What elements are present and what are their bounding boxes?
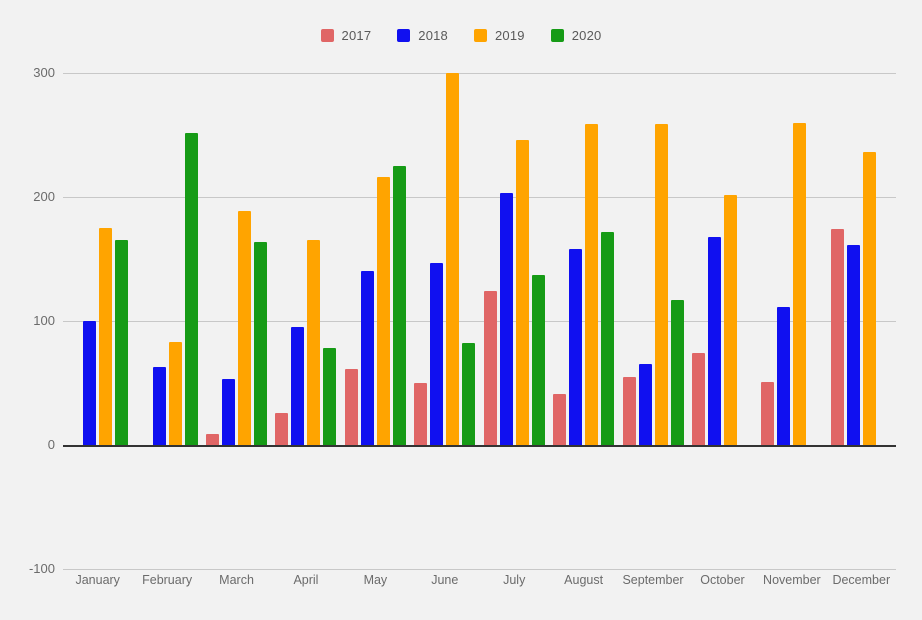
bar-2019-September[interactable] — [654, 123, 668, 445]
bar-2017-May[interactable] — [344, 369, 358, 445]
legend-item-2017[interactable]: 2017 — [320, 28, 372, 43]
bar-2020-January[interactable] — [115, 240, 129, 445]
legend-item-2019[interactable]: 2019 — [474, 28, 525, 43]
bar-2017-June[interactable] — [414, 383, 428, 445]
x-tick-label: January — [75, 573, 120, 587]
bar-2019-March[interactable] — [238, 210, 252, 445]
x-tick-label: December — [832, 573, 891, 587]
legend-swatch-2020 — [550, 29, 564, 42]
x-axis: January February March April May June July Augu… — [63, 573, 896, 595]
bar-2020-April[interactable] — [323, 348, 337, 445]
bar-2020-March[interactable] — [254, 241, 268, 445]
x-tick-label: April — [293, 573, 319, 587]
plot-area — [63, 73, 896, 570]
legend-label-2017: 2017 — [341, 28, 372, 43]
gridline-0 — [63, 445, 896, 447]
bar-2018-January[interactable] — [83, 321, 97, 445]
y-tick-label: 200 — [33, 189, 55, 204]
legend-item-2018[interactable]: 2018 — [397, 28, 448, 43]
bar-2020-May[interactable] — [392, 166, 406, 445]
bar-2017-August[interactable] — [553, 394, 567, 445]
bar-2017-October[interactable] — [691, 353, 705, 445]
x-tick-label: March — [219, 573, 254, 587]
bar-group — [341, 73, 410, 445]
bar-2019-April[interactable] — [307, 240, 321, 445]
bar-2017-September[interactable] — [622, 376, 636, 445]
bar-group — [688, 73, 757, 445]
bar-2018-September[interactable] — [638, 364, 652, 445]
x-tick-label: October — [700, 573, 745, 587]
bar-group — [132, 73, 201, 445]
bar-group — [202, 73, 271, 445]
x-tick-label: November — [763, 573, 821, 587]
gridline--100 — [63, 569, 896, 570]
bar-2018-October[interactable] — [707, 236, 721, 445]
bar-2020-September[interactable] — [670, 299, 684, 445]
bar-2018-November[interactable] — [777, 307, 791, 445]
bar-2019-June[interactable] — [446, 73, 460, 445]
y-tick-label: 0 — [47, 437, 55, 452]
bar-group — [63, 73, 132, 445]
bar-group — [827, 73, 896, 445]
x-tick-label: June — [431, 573, 459, 587]
bar-group — [271, 73, 340, 445]
bar-2018-May[interactable] — [360, 271, 374, 445]
legend-label-2018: 2018 — [418, 28, 448, 43]
bar-2020-July[interactable] — [531, 275, 545, 445]
legend-swatch-2019 — [474, 29, 487, 42]
bar-2017-March[interactable] — [206, 433, 220, 445]
bar-2020-August[interactable] — [601, 231, 615, 445]
chart-legend: 2017 2018 2019 2020 — [0, 28, 922, 43]
bar-2017-November[interactable] — [761, 381, 775, 445]
legend-swatch-2017 — [320, 29, 334, 42]
y-tick-label: -100 — [28, 561, 55, 576]
bar-2019-July[interactable] — [515, 139, 529, 445]
x-tick-label: February — [142, 573, 193, 587]
x-tick-label: August — [564, 573, 604, 587]
bar-2020-February[interactable] — [184, 132, 198, 445]
y-tick-label: 300 — [33, 65, 55, 80]
bar-2019-February[interactable] — [168, 342, 182, 445]
bar-2019-December[interactable] — [862, 152, 876, 445]
y-tick-label: 100 — [33, 313, 55, 328]
bar-2018-March[interactable] — [222, 379, 236, 445]
bar-chart: 2017 2018 2019 2020 300 200 100 0 -100 Janua… — [0, 0, 922, 620]
bar-group — [480, 73, 549, 445]
bar-2018-December[interactable] — [846, 245, 860, 445]
x-tick-label: July — [503, 573, 526, 587]
y-axis: 300 200 100 0 -100 — [0, 66, 55, 575]
legend-item-2020[interactable]: 2020 — [550, 28, 602, 43]
bar-2018-June[interactable] — [430, 262, 444, 445]
bar-2019-October[interactable] — [723, 194, 737, 445]
bar-2018-February[interactable] — [152, 366, 166, 445]
legend-swatch-2018 — [397, 29, 411, 42]
bar-2017-December[interactable] — [830, 229, 844, 445]
bar-2017-April[interactable] — [275, 412, 289, 445]
bar-2019-January[interactable] — [99, 228, 113, 445]
bar-2019-November[interactable] — [793, 122, 807, 445]
bar-group — [410, 73, 479, 445]
bar-2018-April[interactable] — [291, 327, 305, 445]
x-tick-label: September — [622, 573, 684, 587]
legend-label-2019: 2019 — [495, 28, 525, 43]
x-tick-label: May — [363, 573, 388, 587]
bar-2019-May[interactable] — [376, 177, 390, 445]
legend-label-2020: 2020 — [571, 28, 602, 43]
bar-2018-July[interactable] — [499, 193, 513, 445]
bar-group — [549, 73, 618, 445]
bar-2020-June[interactable] — [462, 343, 476, 445]
bar-group — [757, 73, 826, 445]
bar-2019-August[interactable] — [585, 123, 599, 445]
bar-2018-August[interactable] — [569, 249, 583, 445]
bar-2017-July[interactable] — [483, 291, 497, 445]
bar-group — [618, 73, 687, 445]
